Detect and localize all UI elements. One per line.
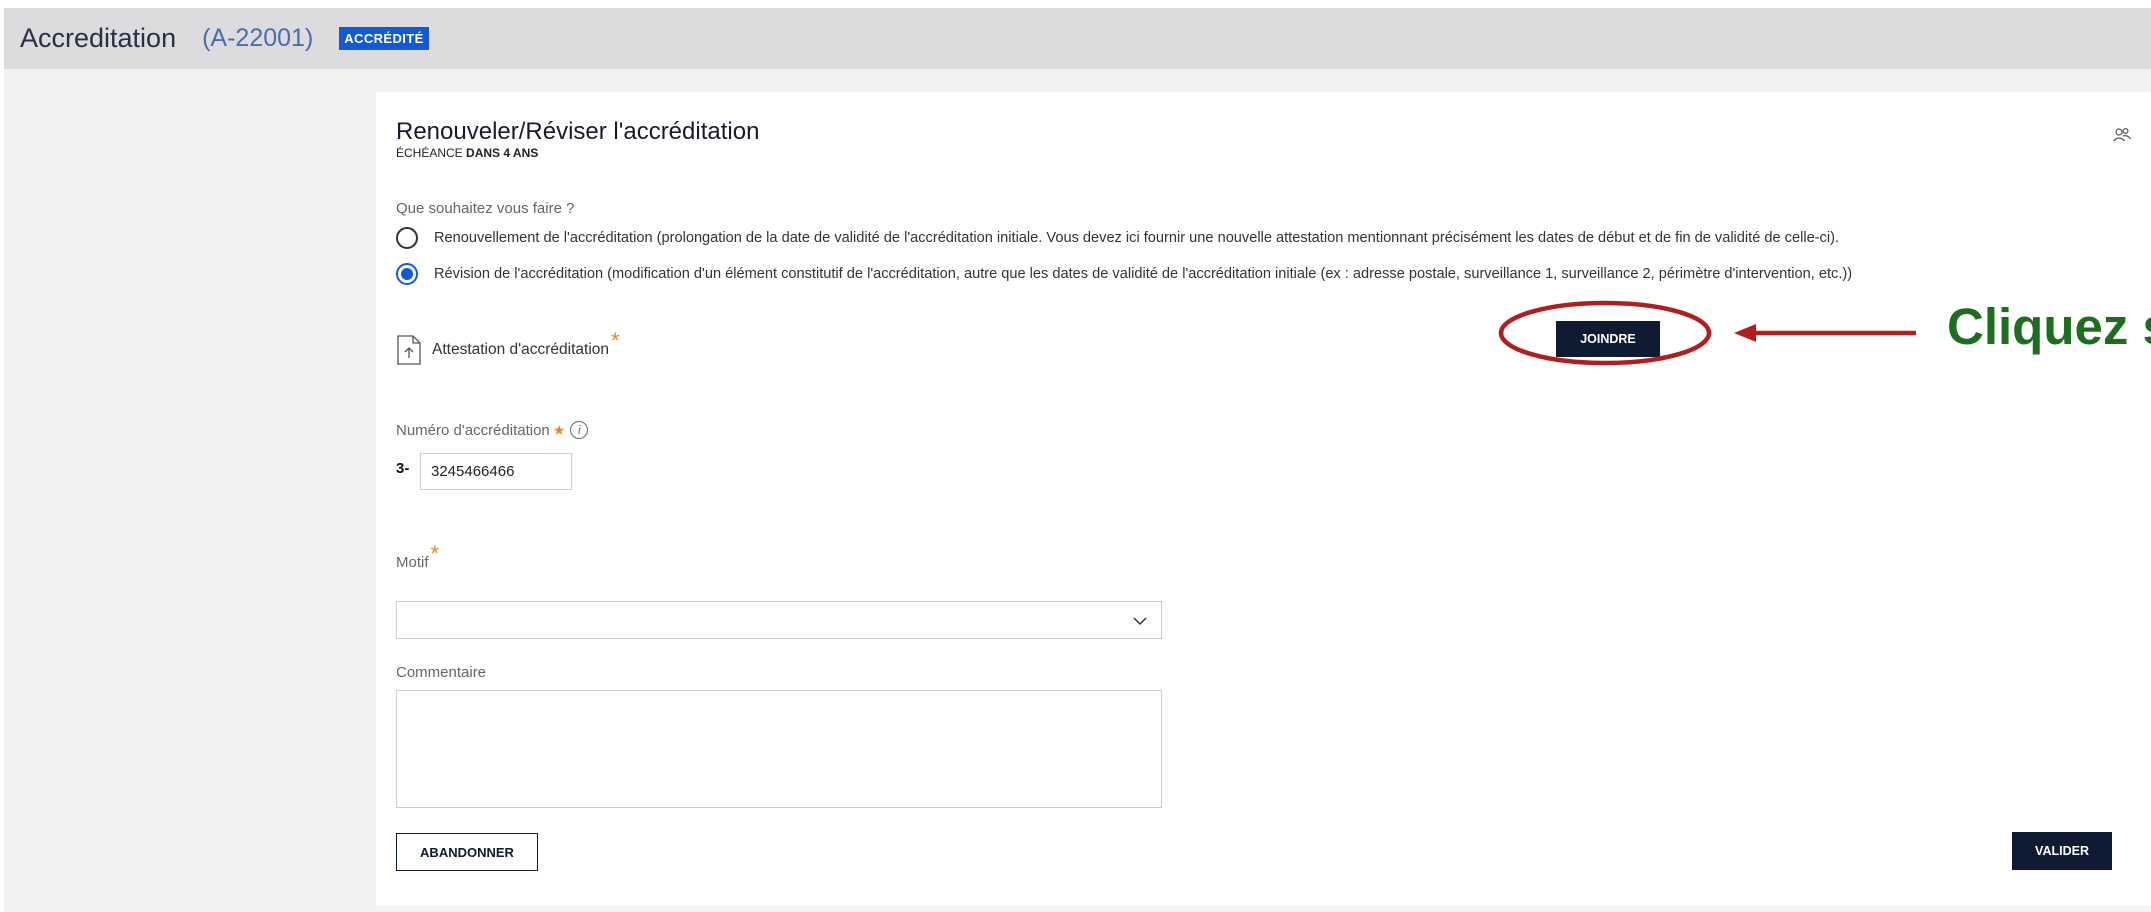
number-label: Numéro d'accréditation — [396, 421, 550, 439]
abandon-button[interactable]: ABANDONNER — [396, 833, 538, 871]
annotation-text: Cliquez sur — [1947, 298, 2151, 355]
attestation-text: Attestation d'accréditation — [432, 341, 610, 359]
card-title: Renouveler/Réviser l'accréditation — [396, 118, 760, 145]
due-date: ÉCHÉANCE DANS 4 ANS — [396, 146, 538, 160]
required-mark: * — [611, 327, 620, 353]
renewal-card: Renouveler/Réviser l'accréditation ÉCHÉA… — [376, 92, 2151, 906]
option-revision[interactable]: Révision de l'accréditation (modificatio… — [396, 263, 1852, 285]
chevron-down-icon — [1133, 617, 1147, 626]
due-value: DANS 4 ANS — [466, 146, 539, 160]
number-label-row: Numéro d'accréditation ★ i — [396, 421, 589, 439]
option-renouvellement-label: Renouvellement de l'accréditation (prolo… — [434, 230, 1839, 246]
attestation-row: Attestation d'accréditation* — [396, 329, 620, 366]
radio-renouvellement[interactable] — [396, 227, 418, 249]
accreditation-code: (A-22001) — [202, 24, 314, 52]
due-prefix: ÉCHÉANCE — [396, 146, 463, 160]
motif-text: Motif — [396, 554, 429, 571]
radio-revision[interactable] — [396, 263, 418, 285]
number-prefix: 3- — [396, 460, 410, 477]
option-revision-label: Révision de l'accréditation (modificatio… — [434, 266, 1853, 282]
required-mark: ★ — [552, 421, 566, 438]
status-badge: ACCRÉDITÉ — [339, 27, 429, 50]
option-renouvellement[interactable]: Renouvellement de l'accréditation (prolo… — [396, 227, 1839, 249]
required-mark: * — [430, 541, 440, 566]
page-header: Accreditation (A-22001) ACCRÉDITÉ — [4, 8, 2151, 69]
page-title: Accreditation — [20, 23, 177, 53]
comment-label: Commentaire — [396, 664, 487, 681]
accreditation-number-input[interactable] — [420, 453, 572, 490]
validate-button[interactable]: VALIDER — [2012, 832, 2112, 870]
comment-textarea[interactable] — [396, 690, 1162, 808]
upload-file-icon — [397, 335, 421, 365]
motif-select[interactable] — [396, 601, 1162, 639]
joindre-button[interactable]: JOINDRE — [1556, 321, 1660, 357]
app-window: Accreditation (A-22001) ACCRÉDITÉ Renouv… — [4, 8, 2151, 912]
question-label: Que souhaitez vous faire ? — [396, 200, 575, 217]
info-icon[interactable]: i — [570, 421, 589, 439]
people-icon[interactable] — [2112, 125, 2132, 145]
attestation-label: Attestation d'accréditation* — [432, 329, 620, 359]
motif-label: Motif* — [396, 543, 439, 572]
